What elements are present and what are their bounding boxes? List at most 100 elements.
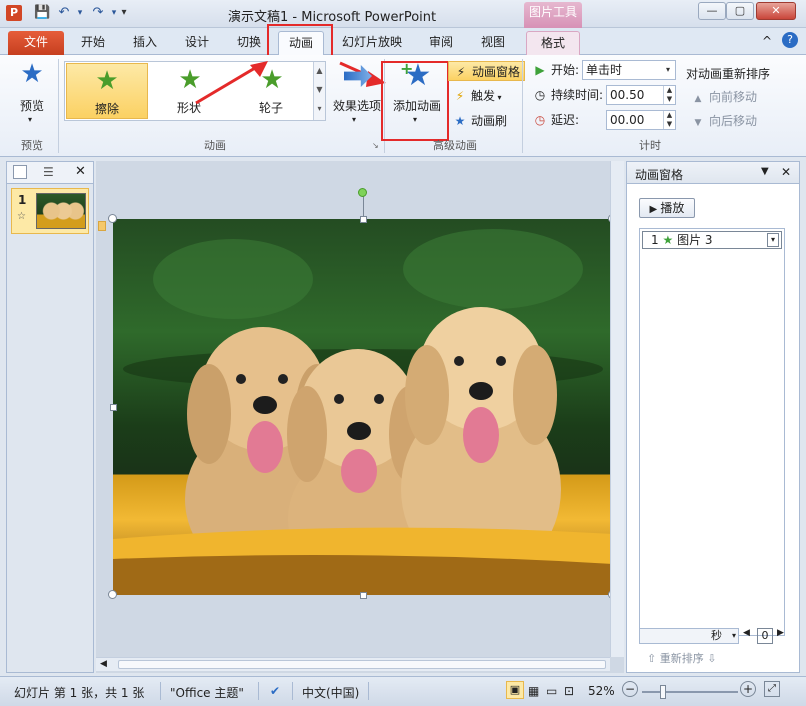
tab-format[interactable]: 格式 <box>526 31 580 55</box>
pane-options-icon[interactable]: ▼ <box>761 166 769 177</box>
theme-status[interactable]: "Office 主题" <box>170 684 244 701</box>
tab-slide-show[interactable]: 幻灯片放映 <box>334 31 410 55</box>
timeline-zoom-value[interactable]: 0 <box>757 628 773 644</box>
zoom-out-icon[interactable]: − <box>622 681 638 697</box>
zoom-slider-track[interactable] <box>642 691 738 693</box>
reading-view-icon[interactable]: ▭ <box>546 684 557 698</box>
puppies-picture[interactable] <box>113 219 613 595</box>
painter-icon: ★ <box>454 114 466 128</box>
move-earlier-button[interactable]: ▲ 向前移动 <box>690 87 757 107</box>
animation-pane-button[interactable]: ⚡ 动画窗格 <box>448 61 526 81</box>
save-icon[interactable]: 💾 <box>34 5 50 21</box>
slide-thumbnail[interactable]: 1 ☆ <box>11 188 89 234</box>
zoom-in-icon[interactable]: + <box>740 681 756 697</box>
status-separator <box>292 682 293 700</box>
maximize-button[interactable]: ▢ <box>726 2 754 20</box>
group-timing-label: 计时 <box>639 139 661 152</box>
vertical-scrollbar[interactable] <box>610 161 624 657</box>
resize-handle-left[interactable] <box>110 404 117 411</box>
group-separator <box>58 59 59 153</box>
gallery-item-wipe[interactable]: ★ 擦除 <box>66 63 148 119</box>
tab-review[interactable]: 审阅 <box>420 31 462 55</box>
play-label: 播放 <box>660 201 685 215</box>
customize-toolbar-icon[interactable]: ▾ <box>116 5 132 21</box>
animation-pane-title: 动画窗格 <box>635 168 684 182</box>
zoom-slider-thumb[interactable] <box>660 685 666 699</box>
slide-sorter-icon[interactable]: ▦ <box>528 684 539 698</box>
animation-list-item[interactable]: 1 ★ 图片 3 ▾ <box>642 231 782 249</box>
status-separator <box>160 682 161 700</box>
picture-tools-context: 图片工具 <box>524 2 582 28</box>
animation-pane-icon: ⚡ <box>456 65 466 79</box>
group-advanced-label: 高级动画 <box>433 139 477 152</box>
animation-item-name: 图片 3 <box>677 233 713 247</box>
minimize-button[interactable]: — <box>698 2 726 20</box>
preview-button[interactable]: 预览 <box>12 97 52 114</box>
window-title: 演示文稿1 - Microsoft PowerPoint <box>228 10 437 25</box>
tab-file[interactable]: 文件 <box>8 31 64 55</box>
language-status[interactable]: 中文(中国) <box>302 684 359 701</box>
zoom-right-icon[interactable]: ▶ <box>777 628 784 638</box>
item-dropdown-icon[interactable]: ▾ <box>767 233 779 247</box>
close-pane-icon[interactable]: ✕ <box>781 165 791 179</box>
animation-painter-button[interactable]: ★ 动画刷 <box>452 111 507 131</box>
tab-view[interactable]: 视图 <box>472 31 514 55</box>
start-label: ▶ 开始: <box>532 60 579 80</box>
play-button[interactable]: ▶ 播放 <box>639 198 695 218</box>
move-later-button[interactable]: ▼ 向后移动 <box>690 111 757 131</box>
reorder-down-icon[interactable]: ⇩ <box>707 652 716 665</box>
normal-view-icon[interactable]: ▣ <box>506 681 524 699</box>
slide-canvas: ◀ <box>96 161 624 673</box>
reorder-title: 对动画重新排序 <box>686 67 771 81</box>
scroll-left-icon[interactable]: ◀ <box>100 659 107 669</box>
resize-handle-top[interactable] <box>360 216 367 223</box>
highlight-add-animation <box>381 61 449 141</box>
animation-pane: 动画窗格 ▼ ✕ ▶ 播放 1 ★ 图片 3 ▾ 秒 ▾ ◀ 0 ▶ ⇧ 重新排序… <box>626 161 800 673</box>
arrow-up-icon: ▲ <box>694 94 702 104</box>
resize-handle-bottom-left[interactable] <box>108 590 117 599</box>
undo-icon[interactable]: ↶ <box>56 5 72 21</box>
preview-dropdown-icon[interactable]: ▾ <box>28 115 32 124</box>
zoom-left-icon[interactable]: ◀ <box>743 628 750 638</box>
outline-tab-icon[interactable]: ☰ <box>43 165 54 179</box>
trigger-button[interactable]: ⚡ 触发 ▾ <box>452 86 502 106</box>
minimize-ribbon-icon[interactable]: ^ <box>762 34 772 48</box>
spinner-arrows-icon[interactable]: ▲ ▼ <box>663 111 675 129</box>
tab-insert[interactable]: 插入 <box>124 31 166 55</box>
group-preview-label: 预览 <box>21 139 43 152</box>
tab-home[interactable]: 开始 <box>72 31 114 55</box>
horizontal-scroll-thumb[interactable] <box>118 660 606 669</box>
animation-indicator-icon: ☆ <box>17 211 26 222</box>
spinner-arrows-icon[interactable]: ▲ ▼ <box>663 86 675 104</box>
animation-dialog-launcher-icon[interactable]: ↘ <box>372 141 379 150</box>
help-icon[interactable]: ? <box>782 32 798 48</box>
wipe-star-icon: ★ <box>95 66 119 96</box>
tab-transitions[interactable]: 切换 <box>228 31 270 55</box>
tab-design[interactable]: 设计 <box>176 31 218 55</box>
preview-star-icon[interactable]: ★ <box>14 59 50 89</box>
delay-spinner[interactable]: 00.00 ▲ ▼ <box>606 110 676 130</box>
delay-clock-icon: ◷ <box>534 113 546 127</box>
spell-check-icon[interactable]: ✔ <box>270 684 280 698</box>
resize-handle-bottom[interactable] <box>360 592 367 599</box>
effect-options-button[interactable]: 效果选项 <box>330 97 384 114</box>
horizontal-scrollbar[interactable]: ◀ <box>96 657 610 671</box>
resize-handle-top-left[interactable] <box>108 214 117 223</box>
slide-show-icon[interactable]: ⊡ <box>564 684 574 698</box>
ribbon-tabs: 文件 开始 插入 设计 切换 动画 幻灯片放映 审阅 视图 格式 ^ ? <box>0 28 806 55</box>
slide-count-status: 幻灯片 第 1 张，共 1 张 <box>14 686 145 700</box>
close-panel-icon[interactable]: ✕ <box>75 164 86 179</box>
reorder-up-icon[interactable]: ⇧ <box>647 652 656 665</box>
zoom-level[interactable]: 52% <box>588 684 615 698</box>
rotate-handle[interactable] <box>358 188 367 197</box>
redo-icon[interactable]: ↷ <box>90 5 106 21</box>
slides-tab-icon[interactable] <box>13 165 27 179</box>
close-button[interactable]: ✕ <box>756 2 796 20</box>
timeline-unit-select[interactable]: 秒 ▾ <box>639 628 739 644</box>
duration-spinner[interactable]: 00.50 ▲ ▼ <box>606 85 676 105</box>
fit-to-window-icon[interactable]: ⤢ <box>764 681 780 697</box>
start-select[interactable]: 单击时 ▾ <box>582 60 676 80</box>
effect-options-dropdown-icon[interactable]: ▾ <box>352 115 356 124</box>
group-separator <box>522 59 523 153</box>
undo-dropdown-icon[interactable]: ▾ <box>72 5 88 21</box>
